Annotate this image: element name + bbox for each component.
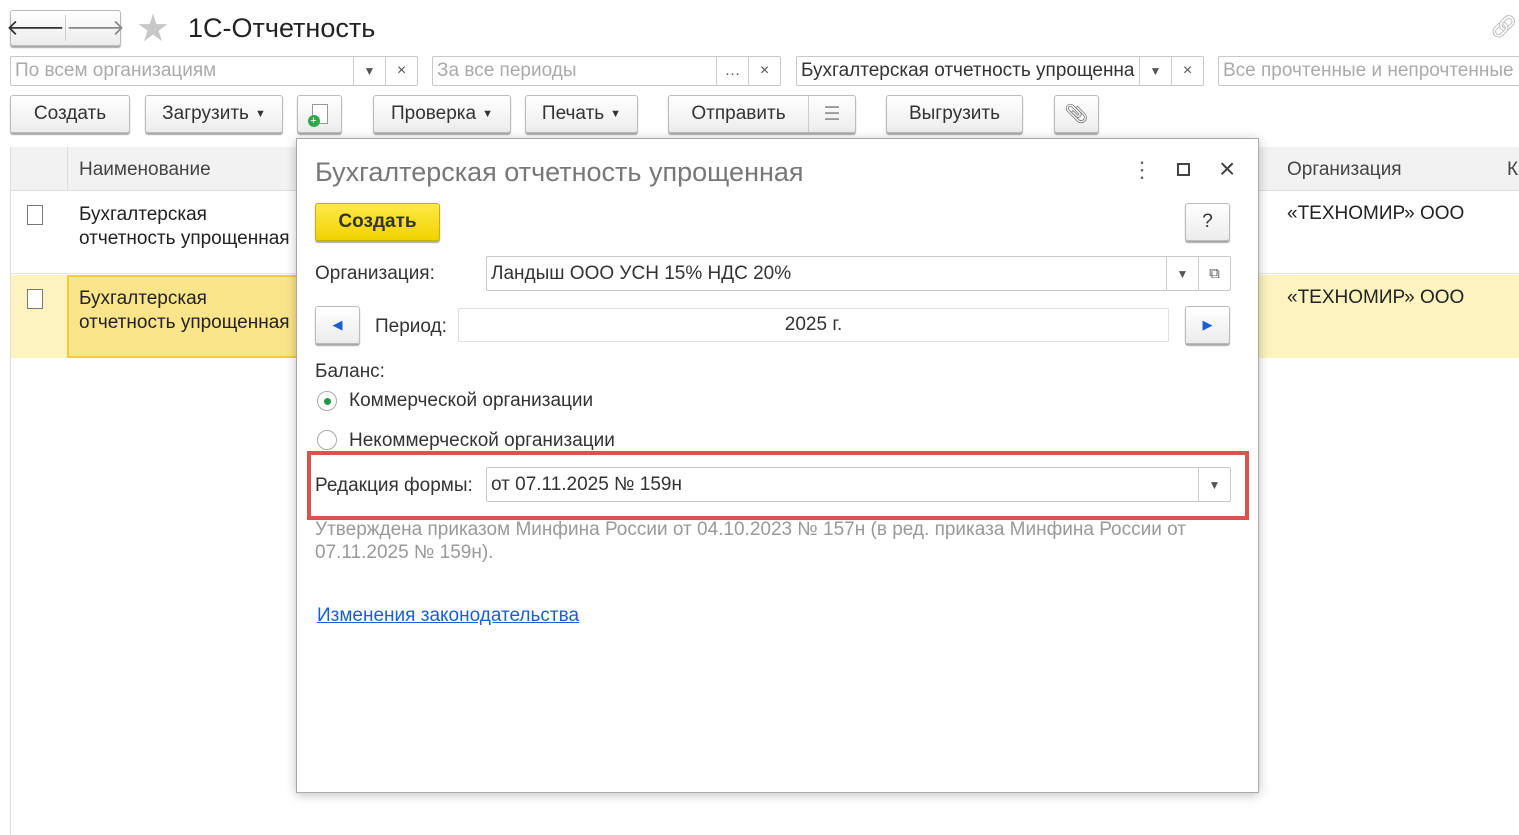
dialog-create-button[interactable]: Создать: [315, 203, 440, 241]
dialog-title: Бухгалтерская отчетность упрощенная: [315, 157, 804, 187]
form-edition-label: Редакция формы:: [315, 475, 473, 496]
close-icon[interactable]: ×: [1219, 153, 1235, 185]
column-header-organization[interactable]: Организация: [1287, 159, 1402, 181]
report-create-dialog: Бухгалтерская отчетность упрощенная ⋮ × …: [296, 138, 1259, 793]
link-icon[interactable]: 🔗︎: [1490, 14, 1518, 40]
clear-icon[interactable]: ×: [1171, 57, 1203, 85]
document-icon: [27, 289, 43, 309]
more-icon[interactable]: ⋮: [1131, 157, 1153, 183]
load-button[interactable]: Загрузить ▼: [145, 95, 283, 133]
help-button[interactable]: ?: [1185, 203, 1230, 241]
nav-buttons: 🡐 🡒: [6, 10, 125, 46]
column-header-k[interactable]: К: [1507, 159, 1518, 181]
column-header-name[interactable]: Наименование: [79, 159, 211, 181]
clear-icon[interactable]: ×: [748, 57, 780, 85]
document-icon: [27, 205, 43, 225]
dropdown-icon[interactable]: ▼: [1166, 257, 1198, 290]
list-icon[interactable]: ☰: [809, 103, 855, 126]
attachment-button[interactable]: 📎︎: [1054, 95, 1099, 133]
open-icon[interactable]: ⧉: [1198, 257, 1230, 290]
send-button[interactable]: Отправить ☰: [668, 95, 856, 133]
period-field[interactable]: 2025 г.: [458, 308, 1169, 342]
period-filter[interactable]: За все периоды … ×: [432, 56, 781, 86]
organization-label: Организация:: [315, 263, 435, 284]
caret-down-icon: ▼: [610, 108, 622, 120]
balance-label: Баланс:: [315, 361, 385, 382]
maximize-icon[interactable]: [1177, 163, 1190, 176]
favorite-star-icon[interactable]: ★: [136, 6, 170, 51]
next-period-button[interactable]: ▶: [1185, 306, 1230, 344]
period-label: Период:: [375, 316, 447, 337]
row-organization: «ТЕХНОМИР» ООО: [1287, 287, 1465, 308]
select-period-icon[interactable]: …: [716, 57, 748, 85]
print-button[interactable]: Печать ▼: [525, 95, 638, 133]
read-status-filter[interactable]: Все прочтенные и непрочтенные: [1218, 56, 1519, 86]
caret-down-icon: ▼: [482, 108, 493, 120]
organization-field[interactable]: Ландыш ООО УСН 15% НДС 20% ▼ ⧉: [486, 256, 1231, 291]
radio-noncommercial-label[interactable]: Некоммерческой организации: [349, 430, 615, 452]
paperclip-icon: 📎︎: [1064, 104, 1089, 125]
organization-filter[interactable]: По всем организациям ▼ ×: [10, 56, 418, 86]
dropdown-icon[interactable]: ▼: [353, 57, 385, 85]
forward-button[interactable]: 🡒: [66, 15, 125, 41]
caret-down-icon: ▼: [254, 108, 266, 120]
create-button[interactable]: Создать: [10, 95, 130, 133]
previous-period-button[interactable]: ◀: [315, 306, 360, 344]
clear-icon[interactable]: ×: [385, 57, 417, 85]
app-title: 1С-Отчетность: [188, 13, 376, 43]
approval-note: Утверждена приказом Минфина России от 04…: [315, 519, 1186, 563]
legislation-changes-link[interactable]: Изменения законодательства: [317, 605, 579, 627]
dropdown-icon[interactable]: ▼: [1139, 57, 1171, 85]
add-file-button[interactable]: +: [297, 95, 342, 133]
row-name: Бухгалтерская отчетность упрощенная: [79, 288, 290, 333]
export-button[interactable]: Выгрузить: [886, 95, 1023, 133]
new-document-icon: +: [307, 104, 328, 127]
report-type-filter[interactable]: Бухгалтерская отчетность упрощенна ▼ ×: [796, 56, 1204, 86]
row-organization: «ТЕХНОМИР» ООО: [1287, 203, 1465, 224]
form-edition-field[interactable]: от 07.11.2025 № 159н ▼: [486, 467, 1231, 502]
radio-noncommercial[interactable]: [317, 430, 337, 450]
check-button[interactable]: Проверка ▼: [373, 95, 511, 133]
radio-commercial-label[interactable]: Коммерческой организации: [349, 390, 593, 412]
back-button[interactable]: 🡐: [6, 15, 66, 41]
dropdown-icon[interactable]: ▼: [1198, 468, 1230, 501]
radio-commercial[interactable]: [317, 391, 337, 411]
row-name: Бухгалтерская отчетность упрощенная: [79, 204, 290, 249]
